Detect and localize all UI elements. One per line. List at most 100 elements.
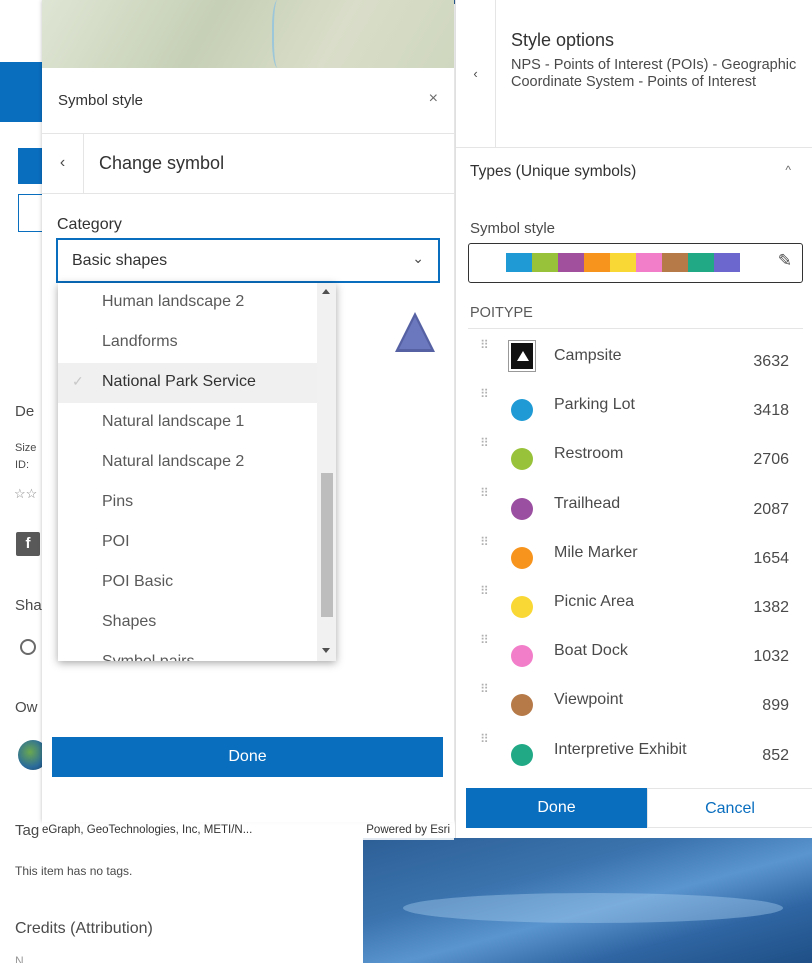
poi-type-count: 852 bbox=[762, 746, 789, 764]
dropdown-item-human-landscape-2[interactable]: Human landscape 2 bbox=[58, 283, 317, 323]
powered-by-esri-link[interactable]: Powered by Esri bbox=[366, 824, 450, 836]
symbol-style-label: Symbol style bbox=[470, 220, 556, 237]
star-rating-icon[interactable]: ☆☆ bbox=[14, 486, 37, 502]
dropdown-item-label: POI bbox=[102, 533, 130, 550]
color-ramp-selector[interactable]: ✎ bbox=[468, 243, 803, 283]
drag-handle-icon[interactable]: ⠿ bbox=[480, 585, 489, 597]
dropdown-item-poi-basic[interactable]: POI Basic bbox=[58, 563, 317, 603]
poi-type-name: Restroom bbox=[554, 445, 624, 463]
chevron-up-icon[interactable]: ^ bbox=[785, 163, 791, 177]
dropdown-item-shapes[interactable]: Shapes bbox=[58, 603, 317, 643]
globe-icon bbox=[20, 639, 36, 655]
scroll-down-arrow-icon[interactable] bbox=[322, 648, 330, 653]
drag-handle-icon[interactable]: ⠿ bbox=[480, 683, 489, 695]
style-cancel-button[interactable]: Cancel bbox=[647, 788, 812, 828]
back-chevron-icon[interactable]: ‹ bbox=[456, 0, 496, 148]
campsite-icon[interactable] bbox=[508, 340, 536, 372]
background-tags-heading: Tag bbox=[15, 822, 40, 839]
circle-icon[interactable] bbox=[511, 399, 533, 422]
poi-type-row[interactable]: ⠿ Campsite 3632 bbox=[456, 337, 812, 386]
style-options-footer: Done Cancel bbox=[456, 778, 812, 838]
dropdown-item-label: Pins bbox=[102, 493, 134, 510]
close-icon[interactable]: × bbox=[429, 90, 438, 108]
map-preview-strip bbox=[42, 0, 454, 68]
dropdown-item-label: Symbol pairs bbox=[102, 653, 194, 661]
poi-type-row[interactable]: ⠿ Trailhead 2087 bbox=[456, 485, 812, 534]
drag-handle-icon[interactable]: ⠿ bbox=[480, 487, 489, 499]
background-owner-heading: Ow bbox=[15, 699, 38, 716]
poi-type-count: 899 bbox=[762, 697, 789, 715]
style-done-button[interactable]: Done bbox=[466, 788, 647, 828]
poi-type-name: Campsite bbox=[554, 347, 622, 364]
category-select[interactable]: Basic shapes ⌄ bbox=[56, 238, 440, 283]
scroll-up-arrow-icon[interactable] bbox=[322, 289, 330, 294]
dropdown-item-landforms[interactable]: Landforms bbox=[58, 323, 317, 363]
dropdown-item-symbol-pairs[interactable]: Symbol pairs bbox=[58, 643, 317, 661]
drag-handle-icon[interactable]: ⠿ bbox=[480, 536, 489, 548]
pencil-edit-icon[interactable]: ✎ bbox=[778, 251, 792, 271]
dropdown-scrollbar[interactable] bbox=[317, 283, 336, 661]
dropdown-item-national-park-service[interactable]: ✓ National Park Service bbox=[58, 363, 317, 403]
circle-icon[interactable] bbox=[511, 596, 533, 618]
ramp-swatch bbox=[558, 253, 584, 272]
drag-handle-icon[interactable]: ⠿ bbox=[480, 634, 489, 646]
circle-icon[interactable] bbox=[511, 694, 533, 717]
poi-type-row[interactable]: ⠿ Parking Lot 3418 bbox=[456, 386, 812, 435]
dropdown-item-label: Natural landscape 2 bbox=[102, 453, 245, 470]
poi-type-name: Trailhead bbox=[554, 494, 621, 512]
style-options-panel: ‹ Style options NPS - Points of Interest… bbox=[455, 0, 812, 838]
poi-type-row[interactable]: ⠿ Picnic Area 1382 bbox=[456, 583, 812, 632]
ramp-swatch bbox=[662, 253, 688, 272]
back-chevron-icon[interactable]: ‹ bbox=[42, 134, 84, 194]
circle-icon[interactable] bbox=[511, 546, 533, 569]
change-symbol-header: ‹ Change symbol bbox=[42, 134, 454, 194]
facebook-icon[interactable]: f bbox=[16, 532, 40, 556]
dropdown-item-poi[interactable]: POI bbox=[58, 523, 317, 563]
drag-handle-icon[interactable]: ⠿ bbox=[480, 437, 489, 449]
field-label: POITYPE bbox=[470, 305, 533, 321]
poi-type-row[interactable]: ⠿ Restroom 2706 bbox=[456, 435, 812, 484]
dropdown-item-label: Landforms bbox=[102, 333, 178, 350]
drag-handle-icon[interactable]: ⠿ bbox=[480, 388, 489, 400]
circle-icon[interactable] bbox=[511, 743, 533, 766]
poi-type-count: 1382 bbox=[753, 599, 789, 616]
symbol-style-panel: Symbol style × ‹ Change symbol Category … bbox=[42, 0, 454, 822]
color-ramp-swatches bbox=[506, 253, 740, 272]
poi-type-row[interactable]: ⠿ Viewpoint 899 bbox=[456, 681, 812, 730]
divider bbox=[468, 328, 803, 329]
category-select-value: Basic shapes bbox=[72, 252, 168, 269]
background-id-label: ID: bbox=[15, 459, 30, 471]
background-banner-image bbox=[363, 838, 812, 963]
poi-type-row[interactable]: ⠿ Interpretive Exhibit 852 bbox=[456, 731, 812, 780]
types-section-header[interactable]: Types (Unique symbols) ^ bbox=[456, 148, 812, 194]
dropdown-item-label: Human landscape 2 bbox=[102, 293, 245, 310]
poi-type-count: 3632 bbox=[753, 353, 789, 370]
symbol-style-title: Symbol style bbox=[58, 92, 144, 109]
dropdown-item-natural-landscape-2[interactable]: Natural landscape 2 bbox=[58, 443, 317, 483]
circle-icon[interactable] bbox=[511, 645, 533, 668]
drag-handle-icon[interactable]: ⠿ bbox=[480, 339, 489, 351]
circle-icon[interactable] bbox=[511, 497, 533, 520]
layer-description: NPS - Points of Interest (POIs) - Geogra… bbox=[511, 57, 797, 90]
triangle-symbol-preview-icon[interactable] bbox=[395, 312, 435, 352]
ramp-swatch bbox=[636, 253, 662, 272]
symbol-done-button[interactable]: Done bbox=[52, 737, 443, 777]
credits-heading: Credits (Attribution) bbox=[15, 920, 153, 937]
ramp-swatch bbox=[584, 253, 610, 272]
circle-icon[interactable] bbox=[511, 448, 533, 471]
poi-type-row[interactable]: ⠿ Mile Marker 1654 bbox=[456, 534, 812, 583]
style-options-header: ‹ Style options NPS - Points of Interest… bbox=[456, 0, 812, 148]
poi-type-name: Interpretive Exhibit bbox=[554, 740, 687, 758]
dropdown-item-natural-landscape-1[interactable]: Natural landscape 1 bbox=[58, 403, 317, 443]
dropdown-item-pins[interactable]: Pins bbox=[58, 483, 317, 523]
poi-type-count: 3418 bbox=[753, 402, 789, 420]
background-share-heading: Sha bbox=[15, 597, 42, 614]
dropdown-item-label: POI Basic bbox=[102, 573, 174, 590]
dropdown-item-label: National Park Service bbox=[102, 373, 256, 390]
attribution-text[interactable]: eGraph, GeoTechnologies, Inc, METI/N... bbox=[42, 824, 252, 836]
poi-type-row[interactable]: ⠿ Boat Dock 1032 bbox=[456, 632, 812, 681]
ramp-swatch bbox=[506, 253, 532, 272]
background-description-heading: De bbox=[15, 403, 35, 420]
scrollbar-thumb[interactable] bbox=[321, 473, 333, 617]
drag-handle-icon[interactable]: ⠿ bbox=[480, 733, 489, 745]
